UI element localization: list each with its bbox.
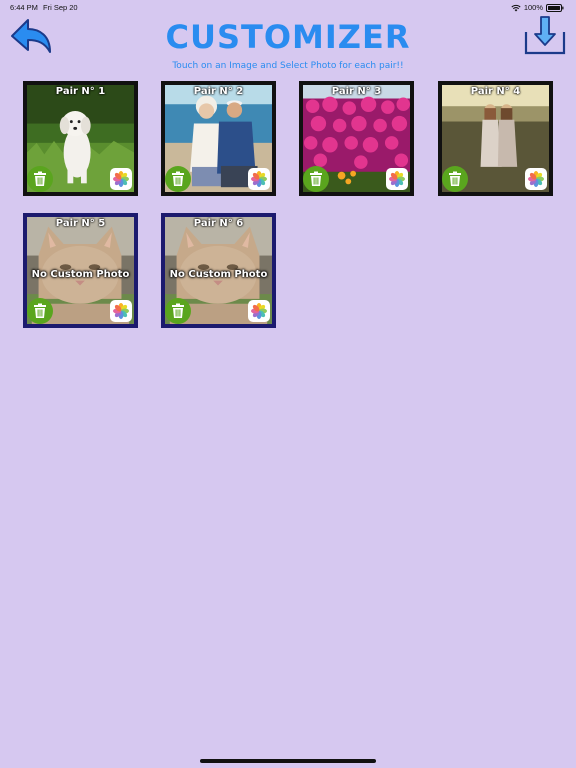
trash-icon	[34, 303, 46, 318]
select-photo-button[interactable]	[248, 168, 270, 190]
delete-button[interactable]	[442, 166, 468, 192]
pair-tile-2[interactable]: Pair N° 2	[161, 81, 276, 196]
delete-button[interactable]	[27, 298, 53, 324]
select-photo-button[interactable]	[248, 300, 270, 322]
no-custom-photo-label: No Custom Photo	[169, 269, 268, 280]
status-time: 6:44 PM	[10, 3, 38, 12]
trash-icon	[449, 171, 461, 186]
pair-tile-3[interactable]: Pair N° 3	[299, 81, 414, 196]
pair-label: Pair N° 1	[55, 86, 106, 97]
download-tray-icon	[524, 16, 566, 55]
photos-app-icon	[113, 303, 129, 319]
battery-percent: 100%	[523, 3, 543, 12]
trash-icon	[172, 303, 184, 318]
pair-label: Pair N° 2	[193, 86, 244, 97]
select-photo-button[interactable]	[386, 168, 408, 190]
home-indicator[interactable]	[200, 759, 376, 763]
pair-label: Pair N° 3	[331, 86, 382, 97]
pair-label: Pair N° 5	[55, 218, 106, 229]
download-button[interactable]	[523, 14, 567, 56]
photos-app-icon	[113, 171, 129, 187]
photos-app-icon	[389, 171, 405, 187]
select-photo-button[interactable]	[110, 300, 132, 322]
no-custom-photo-label: No Custom Photo	[31, 269, 130, 280]
delete-button[interactable]	[165, 166, 191, 192]
pair-tile-5[interactable]: Pair N° 5 No Custom Photo	[23, 213, 138, 328]
pair-tile-4[interactable]: Pair N° 4	[438, 81, 553, 196]
status-indicators: 100%	[511, 3, 564, 12]
status-bar: 6:44 PM Fri Sep 20 100%	[0, 0, 576, 14]
pair-tile-6[interactable]: Pair N° 6 No Custom Photo	[161, 213, 276, 328]
trash-icon	[172, 171, 184, 186]
trash-icon	[34, 171, 46, 186]
delete-button[interactable]	[303, 166, 329, 192]
delete-button[interactable]	[165, 298, 191, 324]
trash-icon	[310, 171, 322, 186]
select-photo-button[interactable]	[525, 168, 547, 190]
wifi-icon	[511, 4, 521, 12]
photos-app-icon	[528, 171, 544, 187]
instructions-subtitle: Touch on an Image and Select Photo for e…	[172, 61, 404, 71]
select-photo-button[interactable]	[110, 168, 132, 190]
status-date: Fri Sep 20	[43, 3, 78, 12]
page-title: CUSTOMIZER	[165, 18, 411, 56]
battery-icon	[546, 3, 564, 12]
pair-label: Pair N° 4	[470, 86, 521, 97]
pair-tile-1[interactable]: Pair N° 1	[23, 81, 138, 196]
delete-button[interactable]	[27, 166, 53, 192]
photos-app-icon	[251, 171, 267, 187]
pair-label: Pair N° 6	[193, 218, 244, 229]
photos-app-icon	[251, 303, 267, 319]
